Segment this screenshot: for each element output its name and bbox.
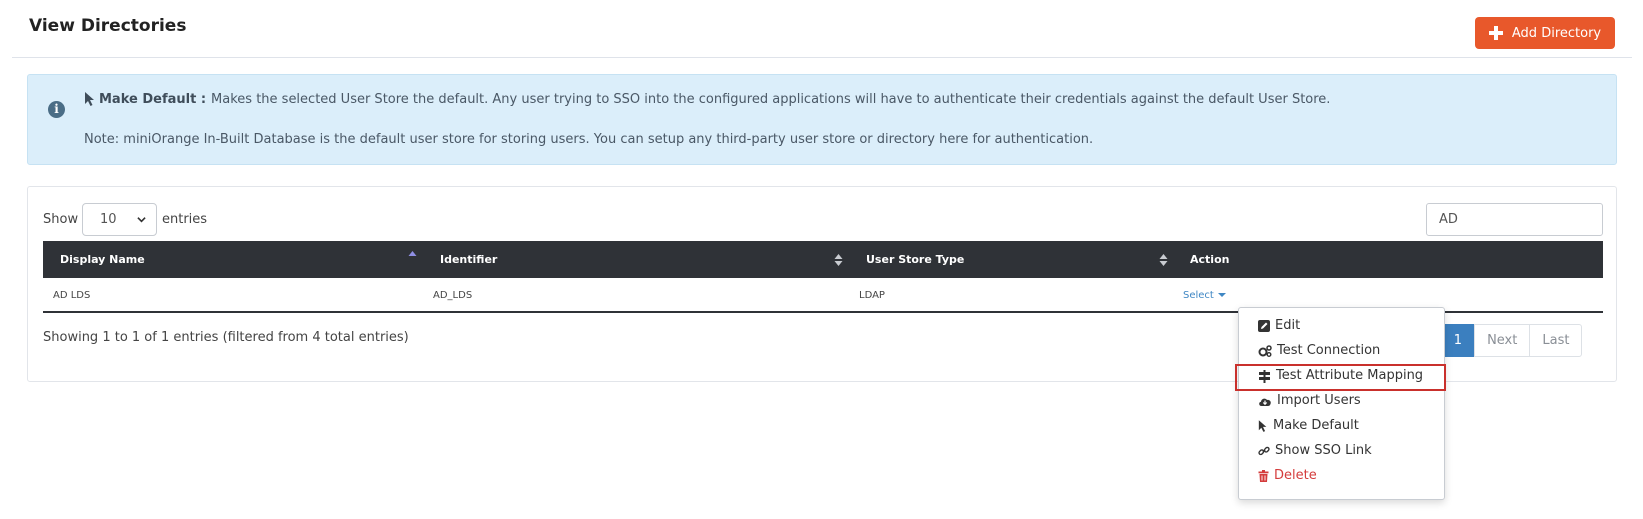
cell-user-store-type: LDAP bbox=[859, 290, 885, 301]
showing-entries-info: Showing 1 to 1 of 1 entries (filtered fr… bbox=[43, 330, 409, 345]
action-dropdown-menu: Edit Test Connection Test Attribute Mapp… bbox=[1238, 307, 1445, 500]
menu-item-import-users[interactable]: Import Users bbox=[1258, 389, 1361, 413]
sort-icon bbox=[834, 254, 843, 266]
caret-down-icon bbox=[1217, 293, 1226, 297]
action-select-dropdown[interactable]: Select bbox=[1183, 278, 1226, 313]
gears-icon bbox=[1258, 345, 1272, 357]
column-display-name[interactable]: Display Name bbox=[60, 241, 430, 278]
make-default-text: Makes the selected User Store the defaul… bbox=[211, 92, 1331, 107]
cloud-download-icon bbox=[1259, 398, 1271, 406]
sort-asc-icon bbox=[408, 251, 417, 256]
add-directory-label: Add Directory bbox=[1511, 25, 1602, 41]
show-label: Show bbox=[43, 212, 79, 227]
last-page-button[interactable]: Last bbox=[1529, 324, 1583, 357]
pointer-icon bbox=[1258, 419, 1267, 432]
note-text: Note: miniOrange In-Built Database is th… bbox=[84, 132, 1094, 147]
column-identifier[interactable]: Identifier bbox=[440, 241, 850, 278]
entries-per-page-select[interactable]: 10 bbox=[82, 203, 157, 236]
add-directory-button[interactable]: Add Directory bbox=[1475, 17, 1615, 49]
pagination: s 1 Next Last bbox=[1420, 324, 1583, 357]
menu-item-edit[interactable]: Edit bbox=[1258, 314, 1300, 338]
page-header: View Directories Add Directory bbox=[12, 0, 1632, 58]
cell-display-name: AD LDS bbox=[53, 290, 91, 301]
column-action: Action bbox=[1190, 253, 1230, 266]
select-label: Select bbox=[1183, 290, 1214, 301]
highlight-frame bbox=[1235, 364, 1446, 391]
sort-icon bbox=[1159, 254, 1168, 266]
info-alert: i Make Default : Makes the selected User… bbox=[27, 74, 1617, 165]
plus-icon bbox=[1488, 26, 1503, 40]
make-default-label: Make Default : bbox=[99, 92, 207, 107]
link-icon bbox=[1258, 446, 1270, 456]
search-input[interactable] bbox=[1426, 203, 1603, 236]
next-page-button[interactable]: Next bbox=[1474, 324, 1531, 357]
entries-value: 10 bbox=[100, 212, 117, 227]
info-icon: i bbox=[48, 101, 65, 118]
make-default-info: Make Default : Makes the selected User S… bbox=[84, 92, 1330, 107]
entries-label: entries bbox=[162, 212, 208, 227]
pointer-icon bbox=[85, 92, 94, 106]
cell-identifier: AD_LDS bbox=[433, 290, 473, 301]
page-1-button[interactable]: 1 bbox=[1440, 324, 1476, 357]
column-user-store-type[interactable]: User Store Type bbox=[866, 241, 1176, 278]
trash-icon bbox=[1258, 470, 1269, 482]
table-header: Display Name Identifier User Store Type … bbox=[43, 241, 1603, 278]
edit-icon bbox=[1258, 320, 1270, 332]
menu-item-test-connection[interactable]: Test Connection bbox=[1258, 339, 1380, 363]
menu-item-make-default[interactable]: Make Default bbox=[1258, 414, 1359, 438]
page-title: View Directories bbox=[29, 16, 187, 36]
menu-item-show-sso-link[interactable]: Show SSO Link bbox=[1258, 439, 1372, 463]
chevron-down-icon bbox=[137, 217, 146, 223]
menu-item-delete[interactable]: Delete bbox=[1258, 464, 1317, 488]
